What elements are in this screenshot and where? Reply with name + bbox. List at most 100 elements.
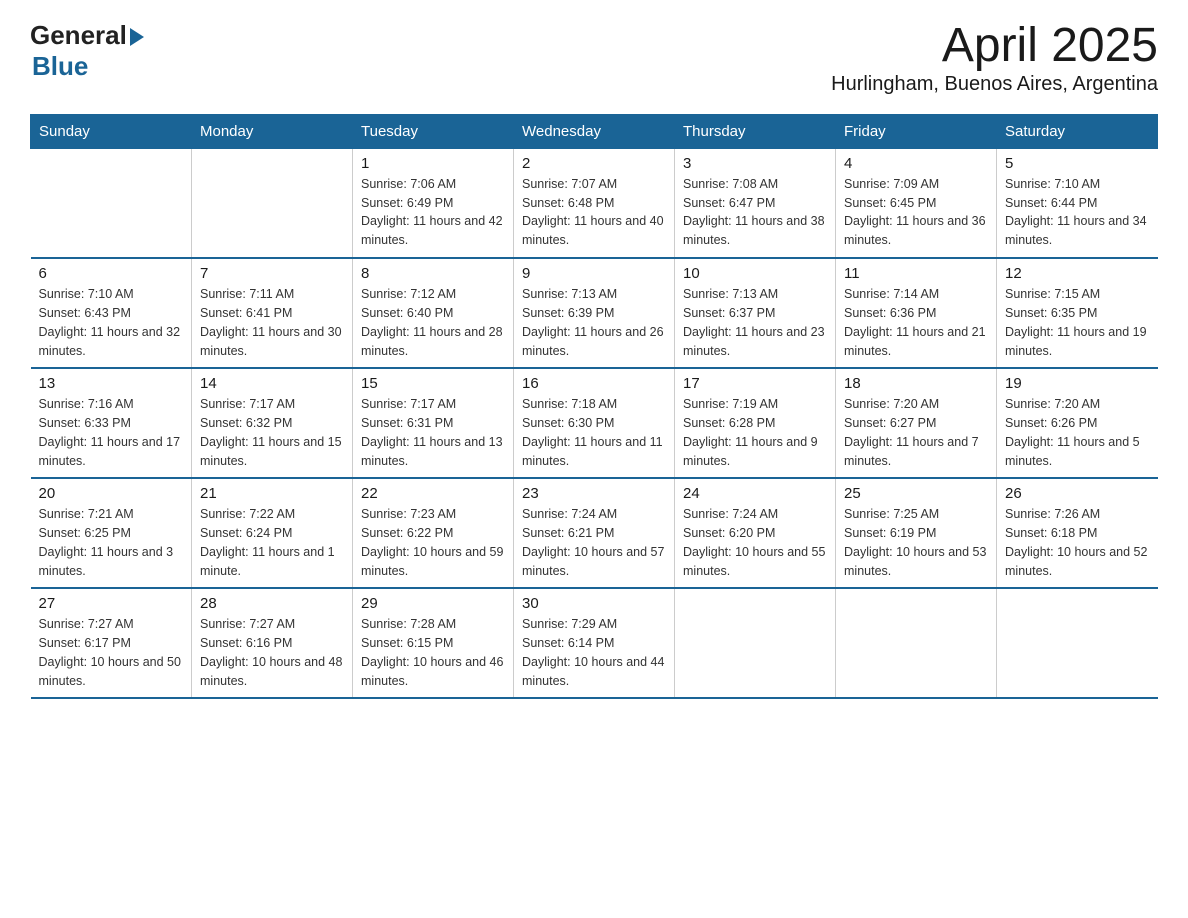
- day-number: 3: [683, 155, 827, 172]
- day-number: 18: [844, 375, 988, 392]
- day-cell: 21 Sunrise: 7:22 AMSunset: 6:24 PMDayligh…: [192, 478, 353, 588]
- day-number: 14: [200, 375, 344, 392]
- day-number: 26: [1005, 485, 1150, 502]
- day-cell: 15 Sunrise: 7:17 AMSunset: 6:31 PMDayligh…: [353, 368, 514, 478]
- day-cell: 26 Sunrise: 7:26 AMSunset: 6:18 PMDayligh…: [997, 478, 1158, 588]
- day-info: Sunrise: 7:25 AMSunset: 6:19 PMDaylight:…: [844, 505, 988, 580]
- day-number: 29: [361, 595, 505, 612]
- day-info: Sunrise: 7:28 AMSunset: 6:15 PMDaylight:…: [361, 615, 505, 690]
- day-number: 30: [522, 595, 666, 612]
- day-cell: 9 Sunrise: 7:13 AMSunset: 6:39 PMDaylight…: [514, 258, 675, 368]
- day-number: 16: [522, 375, 666, 392]
- header-friday: Friday: [836, 114, 997, 148]
- day-info: Sunrise: 7:11 AMSunset: 6:41 PMDaylight:…: [200, 285, 344, 360]
- day-cell: 27 Sunrise: 7:27 AMSunset: 6:17 PMDayligh…: [31, 588, 192, 698]
- day-number: 5: [1005, 155, 1150, 172]
- day-cell: 1 Sunrise: 7:06 AMSunset: 6:49 PMDaylight…: [353, 148, 514, 258]
- day-cell: [31, 148, 192, 258]
- day-info: Sunrise: 7:21 AMSunset: 6:25 PMDaylight:…: [39, 505, 184, 580]
- day-cell: 12 Sunrise: 7:15 AMSunset: 6:35 PMDayligh…: [997, 258, 1158, 368]
- day-number: 2: [522, 155, 666, 172]
- day-cell: 28 Sunrise: 7:27 AMSunset: 6:16 PMDayligh…: [192, 588, 353, 698]
- day-cell: 18 Sunrise: 7:20 AMSunset: 6:27 PMDayligh…: [836, 368, 997, 478]
- day-cell: 2 Sunrise: 7:07 AMSunset: 6:48 PMDaylight…: [514, 148, 675, 258]
- day-cell: 6Sunrise: 7:10 AMSunset: 6:43 PMDaylight…: [31, 258, 192, 368]
- day-cell: 20 Sunrise: 7:21 AMSunset: 6:25 PMDayligh…: [31, 478, 192, 588]
- day-cell: 29 Sunrise: 7:28 AMSunset: 6:15 PMDayligh…: [353, 588, 514, 698]
- day-cell: 19Sunrise: 7:20 AMSunset: 6:26 PMDayligh…: [997, 368, 1158, 478]
- header-tuesday: Tuesday: [353, 114, 514, 148]
- day-info: Sunrise: 7:10 AMSunset: 6:44 PMDaylight:…: [1005, 175, 1150, 250]
- day-number: 17: [683, 375, 827, 392]
- logo-general-text: General: [30, 20, 127, 51]
- header-thursday: Thursday: [675, 114, 836, 148]
- day-number: 22: [361, 485, 505, 502]
- day-info: Sunrise: 7:08 AMSunset: 6:47 PMDaylight:…: [683, 175, 827, 250]
- page-subtitle: Hurlingham, Buenos Aires, Argentina: [831, 73, 1158, 96]
- day-number: 21: [200, 485, 344, 502]
- day-number: 4: [844, 155, 988, 172]
- day-info: Sunrise: 7:14 AMSunset: 6:36 PMDaylight:…: [844, 285, 988, 360]
- day-info: Sunrise: 7:17 AMSunset: 6:31 PMDaylight:…: [361, 395, 505, 470]
- day-cell: 7 Sunrise: 7:11 AMSunset: 6:41 PMDaylight…: [192, 258, 353, 368]
- day-cell: 13 Sunrise: 7:16 AMSunset: 6:33 PMDayligh…: [31, 368, 192, 478]
- day-info: Sunrise: 7:29 AMSunset: 6:14 PMDaylight:…: [522, 615, 666, 690]
- logo: General Blue: [30, 20, 144, 82]
- day-info: Sunrise: 7:20 AMSunset: 6:27 PMDaylight:…: [844, 395, 988, 470]
- logo-blue-text: Blue: [32, 51, 88, 81]
- day-number: 13: [39, 375, 184, 392]
- logo-arrow-icon: [130, 28, 144, 46]
- day-info: Sunrise: 7:26 AMSunset: 6:18 PMDaylight:…: [1005, 505, 1150, 580]
- day-number: 20: [39, 485, 184, 502]
- day-info: Sunrise: 7:16 AMSunset: 6:33 PMDaylight:…: [39, 395, 184, 470]
- day-cell: 25 Sunrise: 7:25 AMSunset: 6:19 PMDayligh…: [836, 478, 997, 588]
- day-number: 8: [361, 265, 505, 282]
- day-cell: 22Sunrise: 7:23 AMSunset: 6:22 PMDayligh…: [353, 478, 514, 588]
- day-info: Sunrise: 7:12 AMSunset: 6:40 PMDaylight:…: [361, 285, 505, 360]
- day-cell: 10 Sunrise: 7:13 AMSunset: 6:37 PMDayligh…: [675, 258, 836, 368]
- day-cell: 14 Sunrise: 7:17 AMSunset: 6:32 PMDayligh…: [192, 368, 353, 478]
- day-info: Sunrise: 7:07 AMSunset: 6:48 PMDaylight:…: [522, 175, 666, 250]
- day-cell: 16 Sunrise: 7:18 AMSunset: 6:30 PMDayligh…: [514, 368, 675, 478]
- day-info: Sunrise: 7:24 AMSunset: 6:21 PMDaylight:…: [522, 505, 666, 580]
- header-monday: Monday: [192, 114, 353, 148]
- day-info: Sunrise: 7:13 AMSunset: 6:39 PMDaylight:…: [522, 285, 666, 360]
- page-title: April 2025: [831, 20, 1158, 73]
- day-info: Sunrise: 7:13 AMSunset: 6:37 PMDaylight:…: [683, 285, 827, 360]
- day-info: Sunrise: 7:18 AMSunset: 6:30 PMDaylight:…: [522, 395, 666, 470]
- day-number: 23: [522, 485, 666, 502]
- day-number: 15: [361, 375, 505, 392]
- day-info: Sunrise: 7:09 AMSunset: 6:45 PMDaylight:…: [844, 175, 988, 250]
- day-number: 1: [361, 155, 505, 172]
- day-info: Sunrise: 7:22 AMSunset: 6:24 PMDaylight:…: [200, 505, 344, 580]
- day-number: 28: [200, 595, 344, 612]
- header-wednesday: Wednesday: [514, 114, 675, 148]
- day-number: 9: [522, 265, 666, 282]
- day-number: 10: [683, 265, 827, 282]
- day-number: 27: [39, 595, 184, 612]
- page-header: General Blue April 2025 Hurlingham, Buen…: [30, 20, 1158, 96]
- header-sunday: Sunday: [31, 114, 192, 148]
- day-info: Sunrise: 7:27 AMSunset: 6:16 PMDaylight:…: [200, 615, 344, 690]
- day-number: 11: [844, 265, 988, 282]
- day-number: 25: [844, 485, 988, 502]
- day-cell: [836, 588, 997, 698]
- calendar-table: SundayMondayTuesdayWednesdayThursdayFrid…: [30, 114, 1158, 700]
- header-row: SundayMondayTuesdayWednesdayThursdayFrid…: [31, 114, 1158, 148]
- day-info: Sunrise: 7:06 AMSunset: 6:49 PMDaylight:…: [361, 175, 505, 250]
- title-block: April 2025 Hurlingham, Buenos Aires, Arg…: [831, 20, 1158, 96]
- day-number: 12: [1005, 265, 1150, 282]
- day-info: Sunrise: 7:10 AMSunset: 6:43 PMDaylight:…: [39, 285, 184, 360]
- day-info: Sunrise: 7:17 AMSunset: 6:32 PMDaylight:…: [200, 395, 344, 470]
- day-info: Sunrise: 7:19 AMSunset: 6:28 PMDaylight:…: [683, 395, 827, 470]
- day-number: 19: [1005, 375, 1150, 392]
- day-cell: 8 Sunrise: 7:12 AMSunset: 6:40 PMDaylight…: [353, 258, 514, 368]
- day-cell: [192, 148, 353, 258]
- day-info: Sunrise: 7:15 AMSunset: 6:35 PMDaylight:…: [1005, 285, 1150, 360]
- day-cell: 11 Sunrise: 7:14 AMSunset: 6:36 PMDayligh…: [836, 258, 997, 368]
- week-row-2: 6Sunrise: 7:10 AMSunset: 6:43 PMDaylight…: [31, 258, 1158, 368]
- day-number: 7: [200, 265, 344, 282]
- day-cell: 23 Sunrise: 7:24 AMSunset: 6:21 PMDayligh…: [514, 478, 675, 588]
- week-row-3: 13 Sunrise: 7:16 AMSunset: 6:33 PMDayligh…: [31, 368, 1158, 478]
- day-info: Sunrise: 7:27 AMSunset: 6:17 PMDaylight:…: [39, 615, 184, 690]
